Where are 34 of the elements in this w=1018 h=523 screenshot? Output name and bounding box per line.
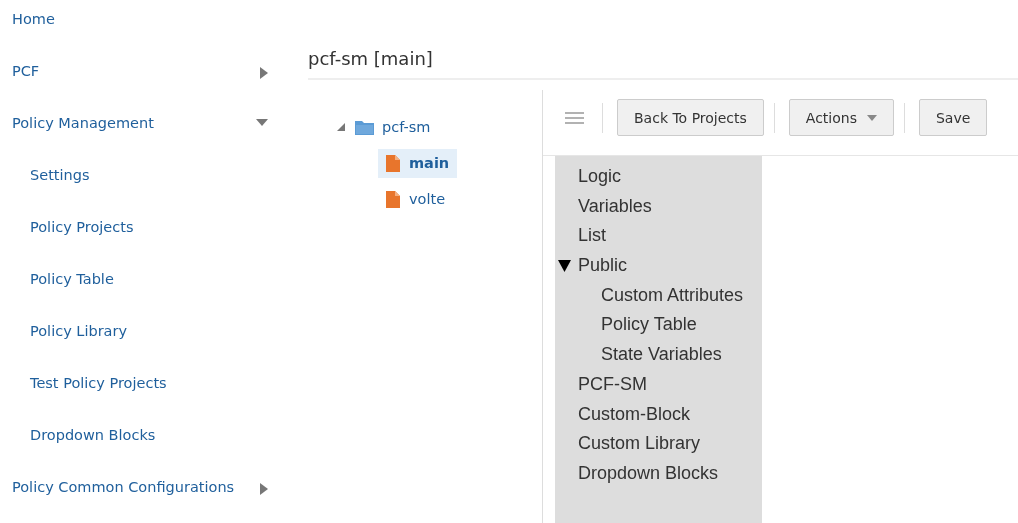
block-category[interactable]: Logic (555, 162, 762, 192)
block-category[interactable]: State Variables (555, 340, 762, 370)
page-title: pcf-sm [main] (308, 48, 433, 69)
block-category[interactable]: List (555, 221, 762, 252)
file-icon (386, 190, 400, 208)
block-category[interactable]: Variables (555, 191, 762, 222)
tree-item[interactable]: volte (378, 184, 454, 214)
block-category[interactable]: Custom Attributes (555, 280, 762, 311)
toolbar-button[interactable]: Save (918, 99, 988, 136)
block-category[interactable]: Public (555, 251, 762, 281)
block-category[interactable]: Custom Library (555, 429, 762, 459)
block-category[interactable]: Custom-Block (555, 399, 762, 430)
sidebar-item[interactable]: Policy Library (0, 312, 290, 364)
caret-down-icon (866, 114, 877, 121)
sidebar-item[interactable]: Test Policy Projects (0, 364, 290, 416)
toolbar-button[interactable]: Back To Projects (617, 99, 764, 136)
collapse-triangle-icon[interactable] (336, 122, 346, 132)
block-category[interactable]: PCF-SM (555, 369, 762, 400)
sidebar-item[interactable]: PCF (0, 52, 290, 104)
sidebar-item[interactable]: Policy Common Configurations (0, 468, 290, 520)
sidebar-item[interactable]: Policy Projects (0, 208, 290, 260)
tree-item[interactable]: main (378, 148, 458, 178)
sidebar-item[interactable]: Home (0, 0, 290, 52)
folder-icon (355, 119, 374, 135)
tree-item[interactable]: pcf-sm (382, 113, 439, 141)
sidebar-item[interactable]: Policy Table (0, 260, 290, 312)
sidebar-item[interactable]: Settings (0, 156, 290, 208)
block-category[interactable]: Dropdown Blocks (555, 458, 762, 489)
triangle-down-icon[interactable] (558, 259, 571, 272)
file-icon (386, 154, 400, 172)
dropdown-button[interactable]: Actions (788, 99, 894, 136)
block-category[interactable]: Policy Table (555, 310, 762, 341)
sidebar-item[interactable]: Dropdown Blocks (0, 416, 290, 468)
sidebar-item[interactable]: Policy Management (0, 104, 290, 156)
